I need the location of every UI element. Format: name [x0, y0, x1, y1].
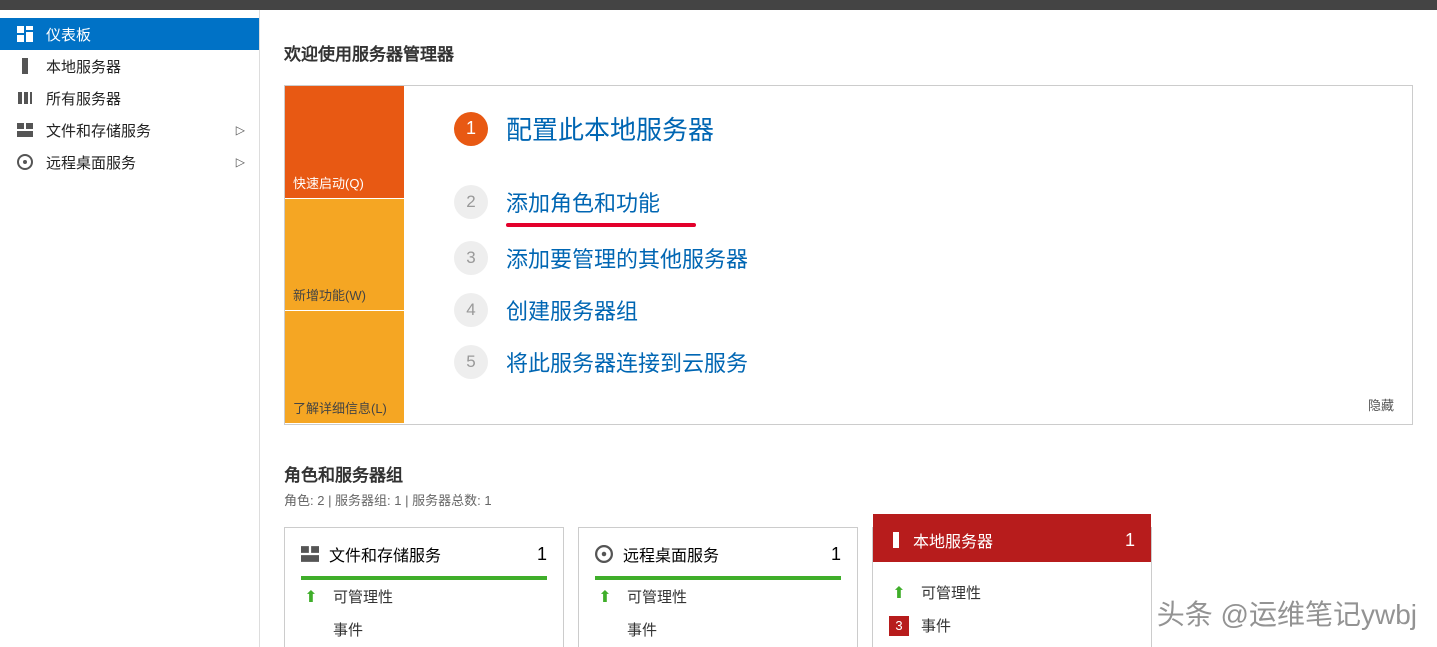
- storage-icon: [301, 546, 319, 562]
- tile-title-text: 文件和存储服务: [329, 542, 441, 566]
- sidebar-item-all-servers[interactable]: 所有服务器: [0, 82, 259, 114]
- tile-file-storage[interactable]: 文件和存储服务 1 ⬆ 可管理性 事件: [284, 527, 564, 647]
- annotation-underline: [506, 223, 696, 227]
- step-text: 配置此本地服务器: [506, 110, 714, 147]
- welcome-panel: 快速启动(Q) 新增功能(W) 了解详细信息(L) 1 配置此本地服务器 2 添…: [284, 85, 1413, 425]
- arrow-up-icon: ⬆: [301, 587, 321, 607]
- step-create-group[interactable]: 4 创建服务器组: [454, 293, 1382, 327]
- step-text: 将此服务器连接到云服务: [506, 346, 748, 378]
- roles-subtitle: 角色: 2 | 服务器组: 1 | 服务器总数: 1: [284, 490, 1413, 509]
- sidebar-item-file-storage[interactable]: 文件和存储服务 ▷: [0, 114, 259, 146]
- welcome-left-tabs: 快速启动(Q) 新增功能(W) 了解详细信息(L): [285, 86, 404, 424]
- storage-icon: [14, 123, 36, 137]
- tile-header: 本地服务器 1: [873, 514, 1151, 566]
- arrow-up-icon: ⬆: [595, 587, 615, 607]
- step-add-servers[interactable]: 3 添加要管理的其他服务器: [454, 241, 1382, 275]
- step-cloud-connect[interactable]: 5 将此服务器连接到云服务: [454, 345, 1382, 379]
- title-bar: [0, 0, 1437, 10]
- remote-icon: [14, 154, 36, 170]
- step-text: 创建服务器组: [506, 294, 638, 326]
- layout: 仪表板 本地服务器 所有服务器 文件和存储服务 ▷ 远程桌面服务: [0, 10, 1437, 647]
- sidebar-item-label: 文件和存储服务: [46, 120, 151, 141]
- step-number: 2: [454, 185, 488, 219]
- hide-button[interactable]: 隐藏: [1368, 395, 1394, 414]
- welcome-steps: 1 配置此本地服务器 2 添加角色和功能 3 添加要管理的其他服务器 4 创建服…: [404, 86, 1412, 424]
- tile-header: 文件和存储服务 1: [301, 542, 547, 580]
- step-add-roles[interactable]: 2 添加角色和功能: [454, 185, 1382, 219]
- tile-row-events[interactable]: 事件: [301, 613, 547, 646]
- tile-row-events[interactable]: 事件: [595, 613, 841, 646]
- tile-row-events[interactable]: 3 事件: [889, 609, 1135, 642]
- remote-icon: [595, 545, 613, 563]
- tile-remote-desktop[interactable]: 远程桌面服务 1 ⬆ 可管理性 事件: [578, 527, 858, 647]
- tile-header: 远程桌面服务 1: [595, 542, 841, 580]
- sidebar-item-label: 所有服务器: [46, 88, 121, 109]
- step-text: 添加要管理的其他服务器: [506, 242, 748, 274]
- tile-row-manageability[interactable]: ⬆ 可管理性: [301, 580, 547, 613]
- alert-badge: 3: [889, 616, 909, 636]
- step-configure-server[interactable]: 1 配置此本地服务器: [454, 110, 1382, 147]
- dashboard-icon: [14, 26, 36, 42]
- tile-title-text: 本地服务器: [913, 528, 993, 552]
- server-icon: [14, 58, 36, 74]
- sidebar: 仪表板 本地服务器 所有服务器 文件和存储服务 ▷ 远程桌面服务: [0, 10, 260, 647]
- tile-row-manageability[interactable]: ⬆ 可管理性: [595, 580, 841, 613]
- tile-count: 1: [1125, 530, 1135, 551]
- step-text: 添加角色和功能: [506, 186, 660, 218]
- tile-title-text: 远程桌面服务: [623, 542, 719, 566]
- step-number: 1: [454, 112, 488, 146]
- tile-count: 1: [537, 544, 547, 565]
- arrow-up-icon: ⬆: [889, 583, 909, 603]
- quick-start-tab[interactable]: 快速启动(Q): [285, 86, 404, 199]
- step-number: 5: [454, 345, 488, 379]
- chevron-right-icon: ▷: [236, 155, 245, 169]
- server-icon: [889, 531, 903, 549]
- learn-more-tab[interactable]: 了解详细信息(L): [285, 311, 404, 424]
- sidebar-item-label: 远程桌面服务: [46, 152, 136, 173]
- tile-row-manageability[interactable]: ⬆ 可管理性: [889, 576, 1135, 609]
- step-number: 4: [454, 293, 488, 327]
- sidebar-item-remote-desktop[interactable]: 远程桌面服务 ▷: [0, 146, 259, 178]
- main-content: 欢迎使用服务器管理器 快速启动(Q) 新增功能(W) 了解详细信息(L) 1 配…: [260, 10, 1437, 647]
- sidebar-item-local-server[interactable]: 本地服务器: [0, 50, 259, 82]
- sidebar-item-label: 仪表板: [46, 24, 91, 45]
- tiles-row: 文件和存储服务 1 ⬆ 可管理性 事件 远程桌面服务: [284, 527, 1413, 647]
- whats-new-tab[interactable]: 新增功能(W): [285, 199, 404, 312]
- sidebar-item-label: 本地服务器: [46, 56, 121, 77]
- tile-local-server[interactable]: 本地服务器 1 ⬆ 可管理性 3 事件: [872, 527, 1152, 647]
- servers-icon: [14, 90, 36, 106]
- roles-title: 角色和服务器组: [284, 461, 1413, 486]
- welcome-title: 欢迎使用服务器管理器: [284, 40, 1413, 65]
- sidebar-item-dashboard[interactable]: 仪表板: [0, 18, 259, 50]
- step-number: 3: [454, 241, 488, 275]
- chevron-right-icon: ▷: [236, 123, 245, 137]
- tile-count: 1: [831, 544, 841, 565]
